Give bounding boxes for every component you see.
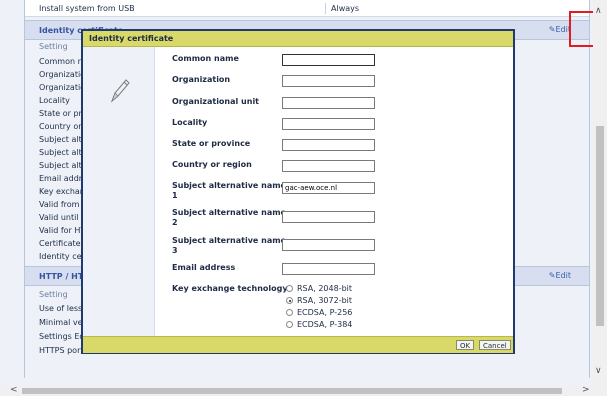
radio-circle[interactable] [286,285,293,292]
identity-row: Subject alte [39,148,87,157]
vertical-scroll-thumb[interactable] [596,126,604,326]
email-address-input[interactable] [282,263,375,275]
dialog-title-bar: Identity certificate [83,31,513,47]
common-name-label: Common name [172,54,239,63]
identity-row: State or pro [39,109,87,118]
label-number: 3 [172,246,178,255]
locality-input[interactable] [282,118,375,130]
identity-row: Locality [39,96,70,105]
radio-label: ECDSA, P-256 [297,308,353,317]
pencil-icon: ✎ [548,25,556,34]
dialog-icon-panel [83,47,155,337]
edit-label: Edit [555,271,572,280]
scroll-right-icon[interactable]: > [582,385,590,395]
locality-label: Locality [172,118,208,127]
scroll-left-icon[interactable]: < [10,385,18,395]
organization-label: Organization [172,75,231,84]
cancel-button[interactable]: Cancel [479,340,511,350]
country-region-input[interactable] [282,160,375,172]
http-edit-link[interactable]: ✎Edit [549,271,571,280]
scroll-up-icon[interactable]: ∧ [595,6,602,16]
subject-alt-name-2-input[interactable] [282,211,375,223]
organizational-unit-input[interactable] [282,97,375,109]
email-address-label: Email address [172,263,236,272]
subject-alt-name-1-label: Subject alternative name 1 [172,181,286,201]
identity-row: Key exchan [39,187,85,196]
subject-alt-name-1-input[interactable] [282,182,375,194]
dialog-footer: OK Cancel [83,336,513,353]
subject-alt-name-3-label: Subject alternative name 3 [172,236,286,256]
country-region-label: Country or region [172,160,252,169]
horizontal-scroll-thumb[interactable] [22,388,562,394]
identity-certificate-dialog: Identity certificate Common name Organiz… [81,29,515,354]
label-line: Subject alternative name [172,208,286,217]
identity-row: Email addre [39,174,87,183]
label-number: 2 [172,218,178,227]
http-row: Minimal ver [39,318,86,327]
scroll-down-icon[interactable]: ∨ [595,366,602,376]
key-exchange-label: Key exchange technology [172,284,288,293]
install-usb-label: Install system from USB [39,4,135,13]
label-line: Subject alternative name [172,236,286,245]
http-row: Setting [39,290,68,299]
radio-circle[interactable] [286,321,293,328]
label-line: Subject alternative name [172,181,286,190]
radio-label: RSA, 2048-bit [297,284,353,293]
horizontal-scrollbar[interactable]: < > [0,385,607,396]
organization-input[interactable] [282,75,375,87]
identity-row: Subject alte [39,161,87,170]
identity-row: Identity cer [39,252,85,261]
radio-circle-selected[interactable] [286,297,293,304]
dialog-title: Identity certificate [89,34,174,43]
identity-row: Valid from [39,200,80,209]
subject-alt-name-3-input[interactable] [282,239,375,251]
http-row: Use of less [39,304,83,313]
identity-row: Subject alte [39,135,87,144]
http-row: Settings Ed [39,332,85,341]
radio-label: RSA, 3072-bit [297,296,353,305]
subject-alt-name-2-label: Subject alternative name 2 [172,208,286,228]
pencil-icon [110,79,130,103]
identity-row: Country or [39,122,82,131]
column-divider [325,3,326,14]
radio-circle[interactable] [286,309,293,316]
identity-row: Valid until [39,213,79,222]
organizational-unit-label: Organizational unit [172,97,260,106]
vertical-scrollbar[interactable]: ∧ ∨ [593,0,607,386]
http-section-title: HTTP / HT [39,272,84,281]
install-usb-value: Always [331,4,360,13]
http-row: HTTPS port [39,346,84,355]
state-province-label: State or province [172,139,251,148]
identity-row: Setting [39,42,68,51]
state-province-input[interactable] [282,139,375,151]
identity-row: Valid for HT [39,226,86,235]
common-name-input[interactable] [282,54,375,66]
install-usb-row: Install system from USB Always [25,0,589,17]
radio-label: ECDSA, P-384 [297,320,353,329]
identity-edit-link[interactable]: ✎Edit [549,25,571,34]
pencil-icon: ✎ [548,271,556,280]
ok-button[interactable]: OK [456,340,475,350]
label-number: 1 [172,191,178,200]
